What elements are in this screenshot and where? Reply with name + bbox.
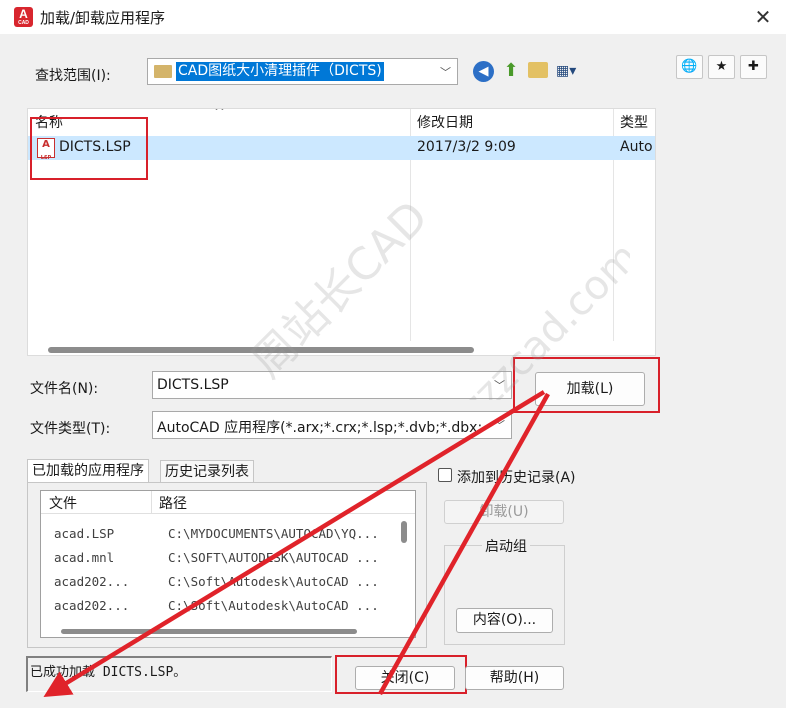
startup-group-label: 启动组	[482, 536, 530, 556]
sort-indicator-icon: ^	[214, 108, 225, 120]
file-type: Auto	[620, 139, 653, 155]
column-divider	[151, 491, 152, 513]
close-button[interactable]: 关闭(C)	[355, 666, 455, 690]
list-item[interactable]: acad202...	[54, 598, 129, 613]
list-item-path: C:\SOFT\AUTODESK\AUTOCAD ...	[168, 550, 379, 565]
lookin-dropdown[interactable]: CAD图纸大小清理插件（DICTS) ﹀	[147, 58, 458, 85]
column-header-date[interactable]: 修改日期	[417, 112, 473, 132]
add-history-label[interactable]: 添加到历史记录(A)	[457, 467, 576, 487]
file-date: 2017/3/2 9:09	[417, 139, 516, 155]
close-window-icon[interactable]: ✕	[748, 3, 778, 31]
add-history-checkbox[interactable]	[438, 468, 452, 482]
window-title: 加载/卸载应用程序	[40, 9, 166, 27]
column-header-file[interactable]: 文件	[49, 493, 77, 513]
web-icon[interactable]: 🌐	[676, 55, 703, 79]
list-item-path: C:\MYDOCUMENTS\AUTOCAD\YQ...	[168, 526, 379, 541]
add-favorites-icon[interactable]: ✚	[740, 55, 767, 79]
filetype-value: AutoCAD 应用程序(*.arx;*.crx;*.lsp;*.dvb;*.d…	[157, 420, 483, 436]
list-item[interactable]: acad202...	[54, 574, 129, 589]
filename-label: 文件名(N):	[30, 381, 99, 397]
chevron-down-icon: ﹀	[440, 65, 451, 79]
list-item-path: C:\Soft\Autodesk\AutoCAD ...	[168, 574, 379, 589]
watermark-line1: 周站长CAD	[242, 200, 438, 388]
list-item-path: C:\Soft\Autodesk\AutoCAD ...	[168, 598, 379, 613]
status-bar: 已成功加载 DICTS.LSP。	[26, 656, 332, 692]
lookin-value: CAD图纸大小清理插件（DICTS)	[176, 62, 384, 81]
watermark-line2: www.zzzcad.com	[375, 234, 630, 400]
loaded-apps-panel: 文件 路径 acad.LSP C:\MYDOCUMENTS\AUTOCAD\YQ…	[27, 482, 427, 648]
views-icon[interactable]: ▦▾	[556, 61, 584, 81]
apps-list-header: 文件 路径	[41, 491, 415, 514]
column-header-type[interactable]: 类型	[620, 112, 648, 132]
tab-loaded-apps[interactable]: 已加载的应用程序	[27, 459, 149, 483]
vertical-scrollbar[interactable]	[401, 521, 407, 543]
filetype-dropdown[interactable]: AutoCAD 应用程序(*.arx;*.crx;*.lsp;*.dvb;*.d…	[152, 411, 512, 439]
horizontal-scrollbar[interactable]	[61, 629, 357, 634]
chevron-down-icon: ﹀	[494, 419, 505, 432]
list-item[interactable]: acad.LSP	[54, 526, 114, 541]
column-header-path[interactable]: 路径	[159, 493, 187, 513]
autocad-app-icon: A CAD	[14, 7, 33, 27]
help-button[interactable]: 帮助(H)	[465, 666, 564, 690]
folder-icon	[154, 65, 172, 78]
highlight-box-file	[30, 117, 148, 180]
contents-button[interactable]: 内容(O)...	[456, 608, 553, 633]
list-item[interactable]: acad.mnl	[54, 550, 114, 565]
loaded-apps-list[interactable]: 文件 路径 acad.LSP C:\MYDOCUMENTS\AUTOCAD\YQ…	[40, 490, 416, 638]
up-folder-icon[interactable]: ⬆	[500, 59, 522, 83]
watermark: 周站长CAD www.zzzcad.com	[242, 200, 630, 400]
tab-history-list[interactable]: 历史记录列表	[160, 460, 254, 484]
lookin-label: 查找范围(I):	[35, 68, 111, 84]
favorites-icon[interactable]: ★	[708, 55, 735, 79]
back-icon[interactable]: ◀	[473, 61, 494, 82]
filename-value: DICTS.LSP	[157, 377, 229, 393]
unload-button[interactable]: 卸载(U)	[444, 500, 564, 524]
status-text: 已成功加载 DICTS.LSP。	[30, 665, 187, 680]
filetype-label: 文件类型(T):	[30, 421, 111, 437]
new-folder-icon[interactable]	[528, 62, 548, 78]
